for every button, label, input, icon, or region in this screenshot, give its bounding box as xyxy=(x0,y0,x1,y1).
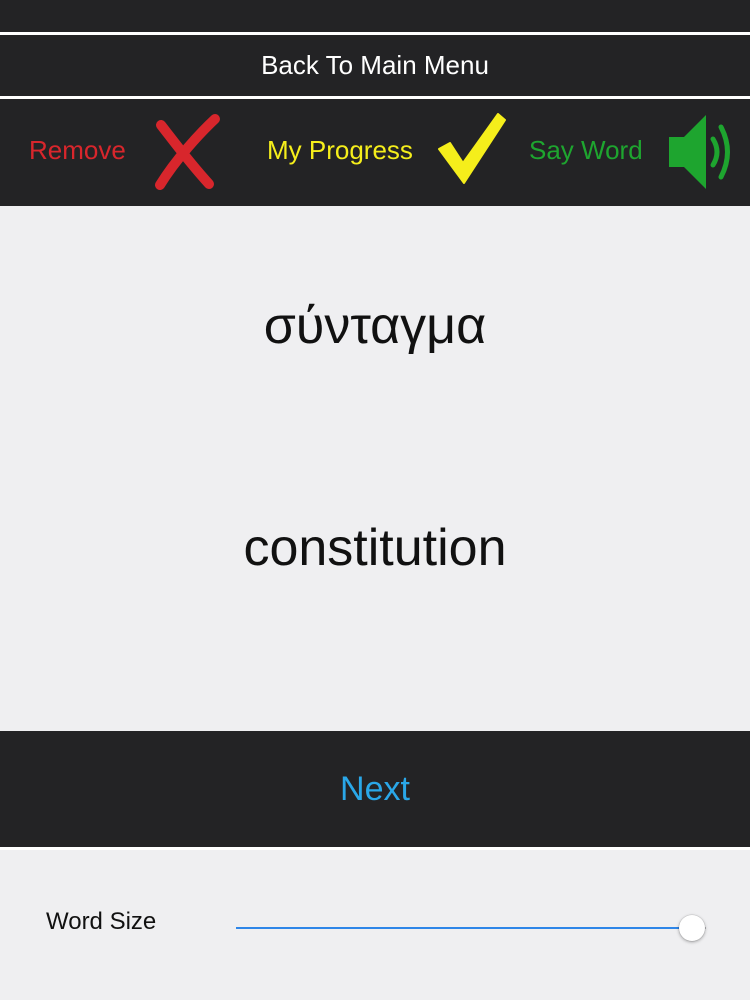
foreign-word: σύνταγμα xyxy=(263,297,487,355)
remove-button[interactable]: Remove xyxy=(29,134,126,166)
settings-panel: Word Size xyxy=(0,850,750,1000)
word-size-label: Word Size xyxy=(46,908,157,935)
flashcard-screen: Back To Main Menu Remove My Progress Say… xyxy=(0,0,750,1000)
back-to-main-menu-label: Back To Main Menu xyxy=(261,50,489,80)
status-strip xyxy=(0,0,750,32)
translation-word: constitution xyxy=(243,519,507,577)
slider-thumb[interactable] xyxy=(678,915,705,941)
speaker-icon[interactable] xyxy=(666,111,740,193)
my-progress-button[interactable]: My Progress xyxy=(267,134,413,166)
flashcard: σύνταγμα constitution xyxy=(0,206,750,730)
word-size-slider[interactable] xyxy=(236,910,706,946)
slider-fill xyxy=(236,927,692,929)
back-to-main-menu-button[interactable]: Back To Main Menu xyxy=(0,35,750,96)
checkmark-icon[interactable] xyxy=(436,111,508,187)
next-label: Next xyxy=(340,769,410,808)
say-word-button[interactable]: Say Word xyxy=(529,134,643,166)
toolbar: Remove My Progress Say Word xyxy=(0,99,750,206)
next-button[interactable]: Next xyxy=(0,731,750,847)
x-mark-icon[interactable] xyxy=(152,111,224,191)
